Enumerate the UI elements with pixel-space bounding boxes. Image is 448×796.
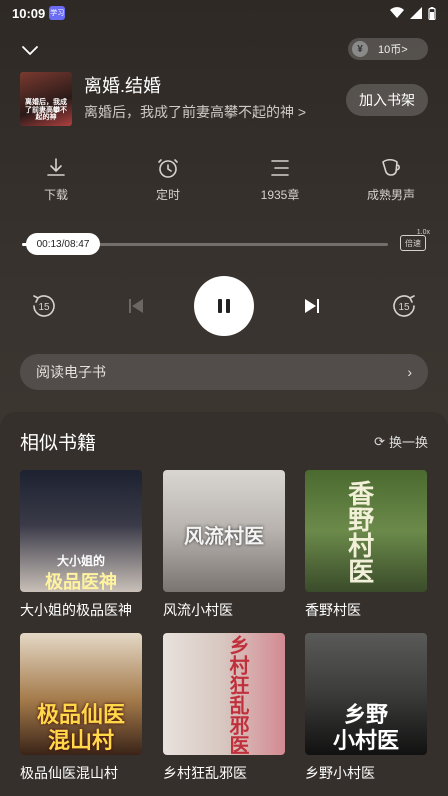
book-card-cover-text: 大小姐的 (56, 554, 105, 568)
book-card-cover: 风流村医 (163, 470, 285, 592)
book-card[interactable]: 乡村狂乱邪医 乡村狂乱邪医 (163, 633, 285, 783)
previous-icon[interactable] (122, 292, 150, 320)
book-card-cover: 大小姐的 极品医神 (20, 470, 142, 592)
refresh-icon: ⟳ (374, 433, 385, 449)
battery-icon (428, 6, 436, 20)
chapter-list-icon (271, 160, 289, 176)
book-card-cover-title: 风流村医 (184, 526, 264, 548)
voice-label: 成熟男声 (366, 188, 415, 202)
chapter-list-button[interactable]: 1935章 (245, 156, 315, 203)
book-card-name: 大小姐的极品医神 (20, 602, 132, 618)
book-card-cover-title: 极品医神 (45, 572, 117, 592)
chevron-right-icon: › (407, 364, 412, 380)
similar-books-title: 相似书籍 (20, 433, 97, 454)
progress-thumb[interactable]: 00:13/08:47 (26, 233, 100, 255)
voice-button[interactable]: 成熟男声 (356, 156, 426, 203)
book-card-cover: 香野村医 (305, 470, 427, 592)
book-card-name: 风流小村医 (163, 602, 233, 618)
timer-button[interactable]: 定时 (133, 156, 203, 203)
book-card-cover-title: 乡村狂乱邪医 (226, 635, 248, 755)
book-card-cover: 乡野 小村医 (305, 633, 427, 755)
timer-icon (158, 159, 178, 178)
status-bar: 10:09 学习 (0, 0, 448, 26)
forward-label: 15 (398, 302, 410, 313)
book-card[interactable]: 香野村医 香野村医 (305, 470, 427, 620)
book-card-name: 乡野小村医 (305, 765, 375, 781)
book-card[interactable]: 风流村医 风流小村医 (163, 470, 285, 620)
download-label: 下载 (43, 188, 68, 202)
book-card-name: 乡村狂乱邪医 (163, 765, 247, 781)
pause-button[interactable] (194, 276, 254, 336)
read-ebook-label: 阅读电子书 (36, 364, 106, 380)
timer-label: 定时 (155, 188, 180, 202)
refresh-button[interactable]: ⟳ 换一换 (374, 432, 428, 451)
book-card-cover: 极品仙医 混山村 (20, 633, 142, 755)
speed-label: 倍速 (400, 235, 426, 251)
book-cover-text: 离婚后，我成了前妻高攀不起的神 (25, 98, 67, 122)
book-card-cover-title: 混山村 (47, 728, 114, 753)
progress-bar[interactable]: 00:13/08:47 1.0x 倍速 (20, 229, 430, 257)
wifi-icon (390, 7, 404, 19)
next-icon[interactable] (298, 292, 326, 320)
book-title: 离婚.结婚 (84, 76, 162, 96)
download-button[interactable]: 下载 (21, 156, 91, 203)
chapter-count-label: 1935章 (260, 188, 300, 202)
tool-row: 下载 定时 1935章 成熟男声 (0, 156, 448, 206)
status-icons (390, 6, 436, 20)
refresh-label: 换一换 (388, 435, 428, 450)
player-header: ¥ 10币> (0, 36, 448, 64)
book-info: 离婚后，我成了前妻高攀不起的神 离婚.结婚 离婚后，我成了前妻高攀不起的神 > … (20, 72, 428, 128)
read-ebook-button[interactable]: 阅读电子书 › (20, 354, 428, 390)
book-card-cover-title: 小村医 (332, 728, 399, 753)
coin-icon: ¥ (352, 41, 368, 57)
chevron-down-icon[interactable] (20, 40, 40, 60)
rewind-15-icon[interactable]: 15 (30, 292, 58, 320)
rewind-label: 15 (38, 302, 50, 313)
voice-icon (382, 158, 400, 176)
speed-button[interactable]: 1.0x 倍速 (400, 229, 430, 255)
coin-balance-button[interactable]: ¥ 10币> (348, 38, 428, 60)
coin-label: 10币> (378, 44, 408, 56)
book-card-cover-title: 香野村医 (344, 480, 375, 584)
download-icon (47, 158, 65, 176)
book-subtitle-link[interactable]: 离婚后，我成了前妻高攀不起的神 > (84, 102, 306, 122)
add-to-shelf-button[interactable]: 加入书架 (346, 84, 428, 116)
book-card-name: 香野村医 (305, 602, 361, 618)
app-badge-icon: 学习 (49, 6, 66, 20)
pause-icon (218, 299, 230, 313)
signal-icon (410, 7, 422, 19)
book-card-cover: 乡村狂乱邪医 (163, 633, 285, 755)
forward-15-icon[interactable]: 15 (390, 292, 418, 320)
book-card-name: 极品仙医混山村 (20, 765, 118, 781)
book-card[interactable]: 乡野 小村医 乡野小村医 (305, 633, 427, 783)
book-cover[interactable]: 离婚后，我成了前妻高攀不起的神 (20, 72, 72, 126)
book-card[interactable]: 极品仙医 混山村 极品仙医混山村 (20, 633, 142, 783)
book-card[interactable]: 大小姐的 极品医神 大小姐的极品医神 (20, 470, 142, 620)
similar-books-panel: 相似书籍 ⟳ 换一换 大小姐的 极品医神 大小姐的极品医神 风流村医 风流小村医… (0, 412, 448, 796)
status-time: 10:09 (12, 5, 46, 21)
playback-controls: 15 15 (0, 276, 448, 336)
